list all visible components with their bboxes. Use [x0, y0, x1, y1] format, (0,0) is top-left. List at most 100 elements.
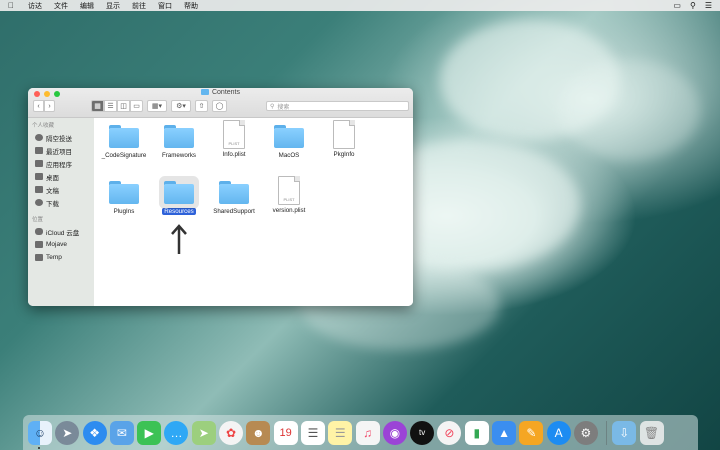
- dock: ☺ ➤ ❖ ✉ ▶ … ➤ ✿ ☻ 19 ☰ ☰ ♫ ◉ tv ⊘ ▮ ▲ ✎ …: [23, 415, 698, 450]
- search-input[interactable]: ⚲ 搜索: [266, 101, 409, 111]
- file-name: PkgInfo: [333, 151, 355, 158]
- downloads-stack-icon[interactable]: ⇩: [612, 420, 637, 445]
- file-item-resources[interactable]: Resources: [149, 181, 209, 215]
- file-name: SharedSupport: [213, 208, 255, 215]
- downloads-icon: [35, 199, 43, 206]
- menu-go[interactable]: 前往: [126, 1, 152, 11]
- sidebar-item-airdrop[interactable]: 隔空投送: [28, 131, 94, 144]
- documents-icon: [35, 186, 43, 193]
- maps-icon[interactable]: ➤: [191, 420, 216, 445]
- file-name: PlugIns: [113, 208, 135, 215]
- messages-icon[interactable]: …: [164, 420, 189, 445]
- pages-icon[interactable]: ✎: [519, 420, 544, 445]
- file-item-sharedsupport[interactable]: SharedSupport: [204, 181, 264, 215]
- locations-header: 位置: [32, 217, 44, 223]
- folder-icon: [200, 89, 209, 95]
- back-button[interactable]: ‹: [33, 100, 44, 112]
- reminders-icon[interactable]: ☰: [300, 420, 325, 445]
- file-item-macos[interactable]: MacOS: [259, 125, 319, 159]
- folder-icon: [109, 125, 139, 148]
- sidebar-item-recents[interactable]: 最近项目: [28, 144, 94, 157]
- app-store-icon[interactable]: A: [546, 420, 571, 445]
- action-gear-button[interactable]: ⚙▾: [171, 100, 191, 112]
- file-item-info-plist[interactable]: PLIST Info.plist: [204, 120, 264, 158]
- launchpad-icon[interactable]: ➤: [55, 420, 80, 445]
- sidebar-item-temp[interactable]: Temp: [28, 251, 94, 264]
- sidebar-item-mojave[interactable]: Mojave: [28, 238, 94, 251]
- sidebar-item-desktop[interactable]: 桌面: [28, 170, 94, 183]
- menu-bar:  访达 文件 编辑 显示 前往 窗口 帮助 ▭ ⚲ ☰: [0, 0, 720, 11]
- apple-menu-icon[interactable]: : [0, 1, 22, 10]
- sidebar-item-documents[interactable]: 文稿: [28, 183, 94, 196]
- file-item-pkginfo[interactable]: PkgInfo: [314, 120, 374, 158]
- dock-separator: [606, 420, 608, 445]
- menu-window[interactable]: 窗口: [152, 1, 178, 11]
- sidebar-item-applications[interactable]: 应用程序: [28, 157, 94, 170]
- file-name: Frameworks: [161, 152, 197, 159]
- system-preferences-icon[interactable]: ⚙: [573, 420, 598, 445]
- search-icon: ⚲: [270, 103, 275, 110]
- document-icon: PLIST: [223, 120, 245, 149]
- menu-file[interactable]: 文件: [48, 1, 74, 11]
- menu-view[interactable]: 显示: [100, 1, 126, 11]
- sidebar-item-label: Mojave: [46, 241, 67, 248]
- toolbar: ‹ › ▦ ☰ ◫ ▭ ▦▾ ⚙▾ ⇧ ◯ ⚲ 搜索: [33, 100, 409, 112]
- news-icon[interactable]: ⊘: [437, 420, 462, 445]
- gallery-view-button[interactable]: ▭: [130, 100, 143, 112]
- safari-icon[interactable]: ❖: [82, 420, 107, 445]
- spotlight-icon[interactable]: ⚲: [690, 1, 696, 10]
- sidebar-item-label: 隔空投送: [46, 135, 72, 143]
- sidebar-item-label: 应用程序: [46, 161, 72, 169]
- file-item-codesignature[interactable]: _CodeSignature: [94, 125, 154, 159]
- drive-icon: [35, 241, 43, 248]
- document-icon: [333, 120, 355, 149]
- menu-help[interactable]: 帮助: [178, 1, 204, 11]
- finder-window: Contents ‹ › ▦ ☰ ◫ ▭ ▦▾ ⚙▾ ⇧ ◯ ⚲ 搜索 个人收藏 …: [28, 88, 413, 306]
- calendar-day: 19: [279, 426, 292, 439]
- file-item-frameworks[interactable]: Frameworks: [149, 125, 209, 159]
- folder-icon: [164, 125, 194, 148]
- up-arrow-icon: [171, 224, 187, 254]
- running-indicator: [38, 447, 40, 449]
- document-icon: PLIST: [278, 176, 300, 205]
- notes-icon[interactable]: ☰: [328, 420, 353, 445]
- file-name: _CodeSignature: [101, 152, 147, 159]
- menu-edit[interactable]: 编辑: [74, 1, 100, 11]
- mail-icon[interactable]: ✉: [109, 420, 134, 445]
- sidebar-item-icloud[interactable]: iCloud 云盘: [28, 225, 94, 238]
- menu-finder[interactable]: 访达: [22, 1, 48, 11]
- airdrop-icon: [35, 134, 43, 141]
- sidebar-item-label: Temp: [46, 254, 62, 261]
- music-icon[interactable]: ♫: [355, 420, 380, 445]
- group-button[interactable]: ▦▾: [147, 100, 167, 112]
- calendar-icon[interactable]: 19: [273, 420, 298, 445]
- photos-icon[interactable]: ✿: [219, 420, 244, 445]
- folder-icon: [109, 181, 139, 204]
- sidebar-item-downloads[interactable]: 下载: [28, 196, 94, 209]
- icon-view-button[interactable]: ▦: [91, 100, 104, 112]
- file-item-version-plist[interactable]: PLIST version.plist: [259, 176, 319, 214]
- facetime-icon[interactable]: ▶: [137, 420, 162, 445]
- contacts-icon[interactable]: ☻: [246, 420, 271, 445]
- applications-icon: [35, 160, 43, 167]
- recents-icon: [35, 147, 43, 154]
- finder-icon[interactable]: ☺: [28, 420, 52, 445]
- tv-icon[interactable]: tv: [410, 420, 435, 445]
- sidebar: 个人收藏 隔空投送 最近项目 应用程序 桌面 文稿 下载 位置 iCloud 云…: [28, 118, 94, 306]
- file-item-plugins[interactable]: PlugIns: [94, 181, 154, 215]
- trash-icon[interactable]: 🗑: [639, 420, 664, 445]
- keynote-icon[interactable]: ▲: [492, 420, 517, 445]
- forward-button[interactable]: ›: [44, 100, 55, 112]
- podcasts-icon[interactable]: ◉: [382, 420, 407, 445]
- tag-button[interactable]: ◯: [212, 100, 227, 112]
- numbers-icon[interactable]: ▮: [464, 420, 489, 445]
- folder-icon: [219, 181, 249, 204]
- file-name: Resources: [162, 208, 196, 215]
- sidebar-item-label: 文稿: [46, 187, 59, 195]
- list-view-button[interactable]: ☰: [104, 100, 117, 112]
- column-view-button[interactable]: ◫: [117, 100, 130, 112]
- share-button[interactable]: ⇧: [195, 100, 208, 112]
- airplay-icon[interactable]: ▭: [673, 1, 681, 10]
- control-list-icon[interactable]: ☰: [705, 1, 712, 10]
- drive-icon: [35, 254, 43, 261]
